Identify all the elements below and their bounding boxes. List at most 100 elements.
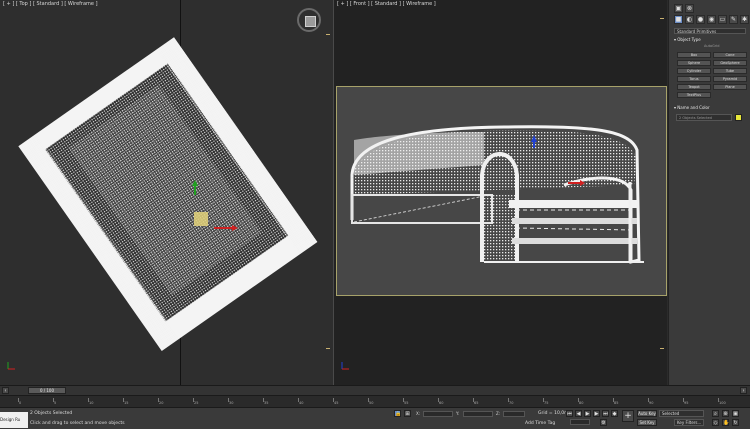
- object-type-button[interactable]: Cylinder: [677, 68, 711, 74]
- key-mode-icon[interactable]: ◆: [611, 410, 618, 417]
- name-color-title: Name and Color: [677, 105, 710, 110]
- front-view-wireframe: [350, 125, 644, 264]
- timeline-tick-label: 80: [579, 401, 584, 405]
- timeline-tick-label: 60: [439, 401, 444, 405]
- timeline-tick-label: 65: [474, 401, 479, 405]
- z-label: Z:: [496, 411, 501, 416]
- timeline-tick-label: 100: [719, 401, 726, 405]
- command-panel: ▣ ⊗ ■ ◐ ● ◉ ▭ ✎ ✱ Standard Primitives ▾ …: [668, 0, 750, 385]
- maxscript-listener[interactable]: Design Ru: [0, 412, 28, 428]
- object-type-button[interactable]: Cone: [713, 52, 747, 58]
- prompt-line: Click and drag to select and move object…: [30, 421, 125, 426]
- object-name-field[interactable]: 2 Objects Selected: [676, 114, 732, 121]
- y-coordinate-field[interactable]: [463, 411, 493, 417]
- command-panel-tabs: ■ ◐ ● ◉ ▭ ✎ ✱: [674, 15, 750, 25]
- timeline-tick-label: 20: [159, 401, 164, 405]
- timeline-tick-label: 45: [334, 401, 339, 405]
- time-slider-thumb[interactable]: 0 / 100: [28, 387, 66, 394]
- zoom-extents-icon[interactable]: ▣: [732, 410, 739, 417]
- timeline-tick-label: 10: [89, 401, 94, 405]
- z-coordinate-field[interactable]: [503, 411, 525, 417]
- timeline-tick-label: 0: [19, 401, 22, 405]
- zoom-icon[interactable]: ⌕: [712, 410, 719, 417]
- set-key-button[interactable]: Set Key: [637, 419, 657, 426]
- next-frame-icon[interactable]: ▶: [593, 410, 600, 417]
- object-type-button[interactable]: TextPlus: [677, 92, 711, 98]
- object-type-button[interactable]: Pyramid: [713, 76, 747, 82]
- auto-key-button[interactable]: Auto Key: [637, 410, 657, 417]
- move-gizmo-plane: [194, 212, 208, 226]
- timeline-tick-label: 15: [124, 401, 129, 405]
- slider-left-icon[interactable]: ‹: [2, 387, 9, 394]
- x-label: X:: [416, 411, 421, 416]
- absolute-mode-icon[interactable]: ⊞: [404, 410, 411, 417]
- lock-selection-icon[interactable]: 🔒: [394, 410, 401, 417]
- camera-icon[interactable]: ▣: [674, 4, 683, 13]
- x-coordinate-field[interactable]: [423, 411, 453, 417]
- object-type-button[interactable]: Sphere: [677, 60, 711, 66]
- object-type-button[interactable]: Teapot: [677, 84, 711, 90]
- category-dropdown[interactable]: Standard Primitives: [674, 28, 746, 34]
- viewcube-icon[interactable]: [297, 8, 321, 32]
- lights-icon[interactable]: ✱: [740, 15, 749, 24]
- go-to-start-icon[interactable]: ⏮: [566, 410, 573, 417]
- create-tab-icon[interactable]: ■: [674, 15, 683, 24]
- timeline-tick-label: 90: [649, 401, 654, 405]
- autogrid-checkbox[interactable]: AutoGrid: [704, 44, 719, 48]
- timeline-tick-label: 5: [54, 401, 57, 405]
- fov-icon[interactable]: ◇: [712, 419, 719, 426]
- corner-marker: [660, 348, 664, 349]
- orbit-icon[interactable]: ↻: [732, 419, 739, 426]
- hierarchy-tab-icon[interactable]: ●: [696, 15, 705, 24]
- timeline-tick-label: 85: [614, 401, 619, 405]
- prev-frame-icon[interactable]: ◀: [575, 410, 582, 417]
- pin-icon[interactable]: ⊗: [685, 4, 694, 13]
- top-view-wireframe: [18, 37, 318, 351]
- set-key-plus-icon[interactable]: +: [622, 410, 634, 422]
- timeline-tick-label: 25: [194, 401, 199, 405]
- timeline-tick-label: 40: [299, 401, 304, 405]
- y-label: Y:: [456, 411, 460, 416]
- corner-marker: [660, 18, 664, 19]
- display-tab-icon[interactable]: ▭: [718, 15, 727, 24]
- key-filters-button[interactable]: Key Filters...: [674, 419, 704, 426]
- timeline-tick-label: 95: [684, 401, 689, 405]
- object-type-rollout-header[interactable]: ▾ Object Type: [674, 37, 746, 43]
- slider-right-icon[interactable]: ›: [740, 387, 747, 394]
- timeline-tick-label: 50: [369, 401, 374, 405]
- top-viewport[interactable]: [ + ] [ Top ] [ Standard ] [ Wireframe ]: [0, 0, 333, 385]
- timeline-tick-label: 55: [404, 401, 409, 405]
- zoom-all-icon[interactable]: ⊕: [722, 410, 729, 417]
- object-type-title: Object Type: [677, 37, 701, 42]
- corner-marker: [326, 34, 330, 35]
- motion-tab-icon[interactable]: ◉: [707, 15, 716, 24]
- object-type-button[interactable]: Tube: [713, 68, 747, 74]
- object-type-button[interactable]: GeoSphere: [713, 60, 747, 66]
- status-bar: Design Ru 2 Objects Selected Click and d…: [0, 407, 750, 429]
- object-color-swatch[interactable]: [735, 114, 742, 121]
- timeline-tick-label: 75: [544, 401, 549, 405]
- add-time-tag[interactable]: Add Time Tag: [525, 421, 555, 426]
- viewcube-face[interactable]: [305, 16, 316, 27]
- timeline-tick-label: 35: [264, 401, 269, 405]
- go-to-end-icon[interactable]: ⏭: [602, 410, 609, 417]
- world-axis-icon: [7, 362, 15, 370]
- timeline-tick-label: 30: [229, 401, 234, 405]
- utilities-tab-icon[interactable]: ✎: [729, 15, 738, 24]
- modify-tab-icon[interactable]: ◐: [685, 15, 694, 24]
- pan-icon[interactable]: ✋: [722, 419, 729, 426]
- current-frame-field[interactable]: [570, 419, 590, 425]
- corner-marker: [326, 348, 330, 349]
- command-panel-toolbar: ▣ ⊗: [674, 4, 750, 14]
- object-type-button[interactable]: Torus: [677, 76, 711, 82]
- object-type-button[interactable]: Box: [677, 52, 711, 58]
- front-viewport[interactable]: [ + ] [ Front ] [ Standard ] [ Wireframe…: [334, 0, 667, 385]
- world-axis-icon: [341, 362, 349, 370]
- key-selection-dropdown[interactable]: Selected: [659, 410, 704, 417]
- time-config-icon[interactable]: ⚙: [600, 419, 607, 426]
- object-type-button[interactable]: Plane: [713, 84, 747, 90]
- name-color-rollout-header[interactable]: ▾ Name and Color: [674, 105, 746, 111]
- timeline-tick-label: 70: [509, 401, 514, 405]
- play-icon[interactable]: ▶: [584, 410, 591, 417]
- grid-size: Grid = 10,0m: [538, 411, 569, 416]
